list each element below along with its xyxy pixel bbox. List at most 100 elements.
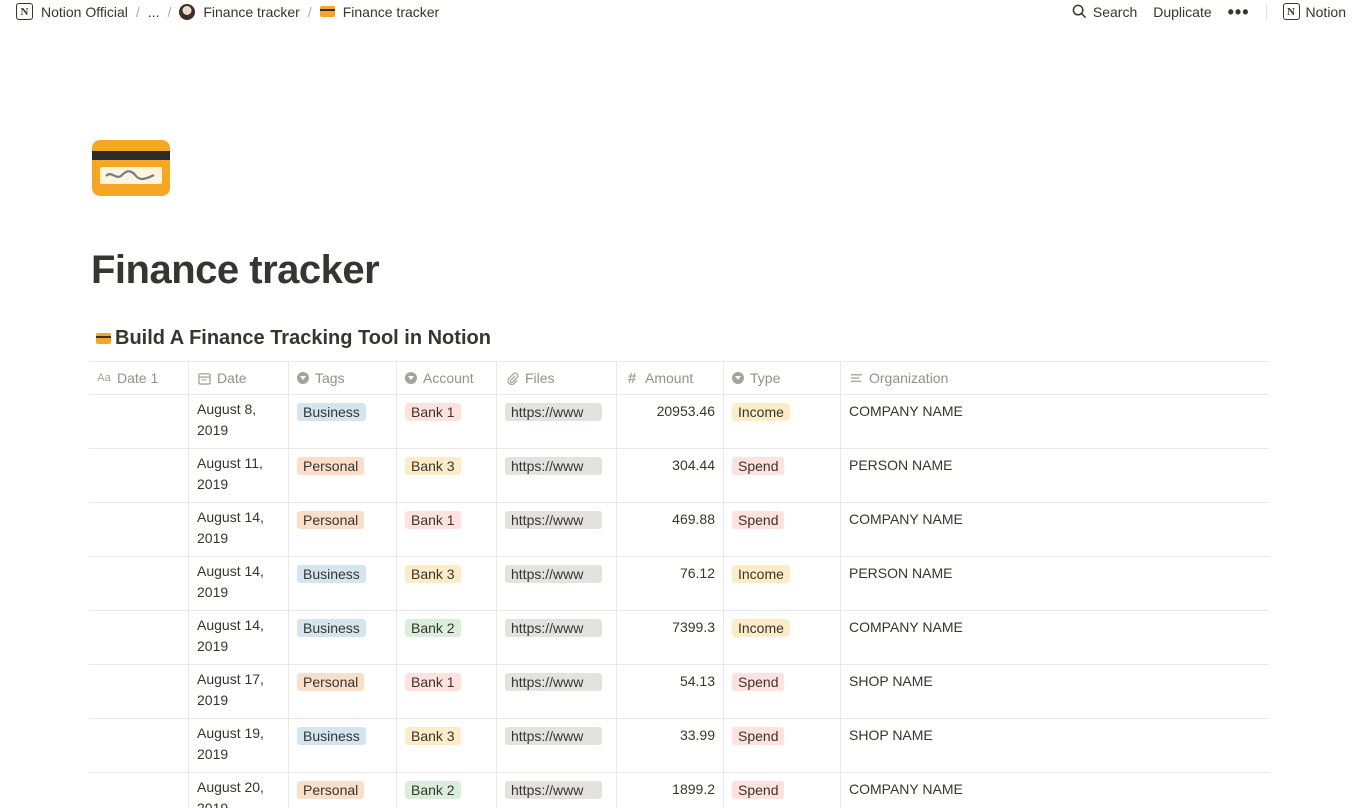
file-link[interactable]: https://www bbox=[505, 619, 602, 637]
cell-account[interactable]: Bank 1 bbox=[397, 503, 497, 556]
cell-amount[interactable]: 7399.3 bbox=[617, 611, 724, 664]
file-link[interactable]: https://www bbox=[505, 727, 602, 745]
cell-amount[interactable]: 54.13 bbox=[617, 665, 724, 718]
cell-tags[interactable]: Business bbox=[289, 395, 397, 448]
cell-tags[interactable]: Business bbox=[289, 611, 397, 664]
cell-amount[interactable]: 1899.2 bbox=[617, 773, 724, 808]
cell-date[interactable]: August 14, 2019 bbox=[189, 553, 289, 610]
table-row[interactable]: August 17, 2019 Personal Bank 1 https://www… bbox=[89, 661, 1269, 719]
cell-date[interactable]: August 19, 2019 bbox=[189, 715, 289, 772]
column-header-date1[interactable]: Aa Date 1 bbox=[89, 362, 189, 394]
cell-amount[interactable]: 304.44 bbox=[617, 449, 724, 502]
cell-organization[interactable]: SHOP NAME bbox=[841, 719, 1269, 772]
cell-account[interactable]: Bank 3 bbox=[397, 449, 497, 502]
table-row[interactable]: August 14, 2019 Business Bank 3 https://www… bbox=[89, 553, 1269, 611]
cell-date1[interactable] bbox=[89, 449, 189, 502]
file-link[interactable]: https://www bbox=[505, 781, 602, 799]
column-header-tags[interactable]: Tags bbox=[289, 362, 397, 394]
file-link[interactable]: https://www bbox=[505, 457, 602, 475]
cell-date1[interactable] bbox=[89, 773, 189, 808]
cell-files[interactable]: https://www bbox=[497, 557, 617, 610]
cell-date[interactable]: August 17, 2019 bbox=[189, 661, 289, 718]
cell-date1[interactable] bbox=[89, 503, 189, 556]
duplicate-button[interactable]: Duplicate bbox=[1153, 4, 1211, 20]
table-row[interactable]: August 19, 2019 Business Bank 3 https://www… bbox=[89, 715, 1269, 773]
cell-type[interactable]: Income bbox=[724, 557, 841, 610]
cell-amount[interactable]: 76.12 bbox=[617, 557, 724, 610]
cell-amount[interactable]: 33.99 bbox=[617, 719, 724, 772]
database-title[interactable]: Build A Finance Tracking Tool in Notion bbox=[96, 327, 491, 350]
cell-files[interactable]: https://www bbox=[497, 395, 617, 448]
cell-organization[interactable]: SHOP NAME bbox=[841, 665, 1269, 718]
cell-date[interactable]: August 14, 2019 bbox=[189, 607, 289, 664]
cell-files[interactable]: https://www bbox=[497, 449, 617, 502]
cell-account[interactable]: Bank 3 bbox=[397, 719, 497, 772]
cell-tags[interactable]: Business bbox=[289, 557, 397, 610]
cell-account[interactable]: Bank 1 bbox=[397, 395, 497, 448]
cell-account[interactable]: Bank 2 bbox=[397, 611, 497, 664]
cell-type[interactable]: Income bbox=[724, 611, 841, 664]
column-header-type[interactable]: Type bbox=[724, 362, 841, 394]
file-link[interactable]: https://www bbox=[505, 673, 602, 691]
cell-account[interactable]: Bank 1 bbox=[397, 665, 497, 718]
file-link[interactable]: https://www bbox=[505, 565, 602, 583]
tag-badge: Personal bbox=[297, 511, 365, 529]
cell-tags[interactable]: Business bbox=[289, 719, 397, 772]
more-options-icon[interactable]: ••• bbox=[1228, 3, 1250, 21]
cell-date1[interactable] bbox=[89, 719, 189, 772]
cell-organization[interactable]: COMPANY NAME bbox=[841, 773, 1269, 808]
cell-files[interactable]: https://www bbox=[497, 503, 617, 556]
breadcrumb-item-finance-tracker[interactable]: Finance tracker bbox=[316, 4, 443, 20]
column-header-organization[interactable]: Organization bbox=[841, 362, 1269, 394]
cell-date[interactable]: August 11, 2019 bbox=[189, 445, 289, 502]
cell-files[interactable]: https://www bbox=[497, 611, 617, 664]
file-link[interactable]: https://www bbox=[505, 511, 602, 529]
cell-files[interactable]: https://www bbox=[497, 719, 617, 772]
column-header-date[interactable]: Date bbox=[189, 362, 289, 394]
breadcrumb-item-notion-official[interactable]: N Notion Official bbox=[12, 3, 132, 20]
cell-date1[interactable] bbox=[89, 395, 189, 448]
cell-organization[interactable]: COMPANY NAME bbox=[841, 395, 1269, 448]
cell-account[interactable]: Bank 3 bbox=[397, 557, 497, 610]
cell-organization[interactable]: COMPANY NAME bbox=[841, 503, 1269, 556]
breadcrumb-item-ellipsis[interactable]: ... bbox=[144, 4, 164, 20]
cell-type[interactable]: Income bbox=[724, 395, 841, 448]
page-credit-card-icon[interactable] bbox=[92, 140, 170, 196]
cell-date1[interactable] bbox=[89, 665, 189, 718]
cell-date[interactable]: August 8, 2019 bbox=[189, 391, 289, 448]
column-header-amount[interactable]: # Amount bbox=[617, 362, 724, 394]
search-label: Search bbox=[1092, 3, 1138, 20]
cell-tags[interactable]: Personal bbox=[289, 665, 397, 718]
cell-organization[interactable]: PERSON NAME bbox=[841, 557, 1269, 610]
table-row[interactable]: August 8, 2019 Business Bank 1 https://www 2… bbox=[89, 391, 1269, 449]
cell-date1[interactable] bbox=[89, 611, 189, 664]
cell-tags[interactable]: Personal bbox=[289, 773, 397, 808]
cell-organization[interactable]: PERSON NAME bbox=[841, 449, 1269, 502]
cell-tags[interactable]: Personal bbox=[289, 503, 397, 556]
cell-type[interactable]: Spend bbox=[724, 503, 841, 556]
cell-type[interactable]: Spend bbox=[724, 665, 841, 718]
cell-amount[interactable]: 469.88 bbox=[617, 503, 724, 556]
cell-type[interactable]: Spend bbox=[724, 719, 841, 772]
cell-type[interactable]: Spend bbox=[724, 449, 841, 502]
cell-account[interactable]: Bank 2 bbox=[397, 773, 497, 808]
table-row[interactable]: August 14, 2019 Business Bank 2 https://www… bbox=[89, 607, 1269, 665]
cell-date1[interactable] bbox=[89, 557, 189, 610]
cell-date[interactable]: August 14, 2019 bbox=[189, 499, 289, 556]
cell-amount[interactable]: 20953.46 bbox=[617, 395, 724, 448]
cell-tags[interactable]: Personal bbox=[289, 449, 397, 502]
search-button[interactable]: Search bbox=[1072, 4, 1137, 20]
notion-button[interactable]: N Notion bbox=[1282, 3, 1346, 20]
column-header-account[interactable]: Account bbox=[397, 362, 497, 394]
cell-files[interactable]: https://www bbox=[497, 665, 617, 718]
breadcrumb-item-finance-tracker-parent[interactable]: Finance tracker bbox=[175, 3, 303, 20]
cell-date[interactable]: August 20, 2019 bbox=[189, 769, 289, 808]
column-header-files[interactable]: Files bbox=[497, 362, 617, 394]
table-row[interactable]: August 14, 2019 Personal Bank 1 https://www… bbox=[89, 499, 1269, 557]
file-link[interactable]: https://www bbox=[505, 403, 602, 421]
table-row[interactable]: August 20, 2019 Personal Bank 2 https://www… bbox=[89, 769, 1269, 808]
cell-type[interactable]: Spend bbox=[724, 773, 841, 808]
cell-organization[interactable]: COMPANY NAME bbox=[841, 611, 1269, 664]
cell-files[interactable]: https://www bbox=[497, 773, 617, 808]
table-row[interactable]: August 11, 2019 Personal Bank 3 https://www… bbox=[89, 445, 1269, 503]
